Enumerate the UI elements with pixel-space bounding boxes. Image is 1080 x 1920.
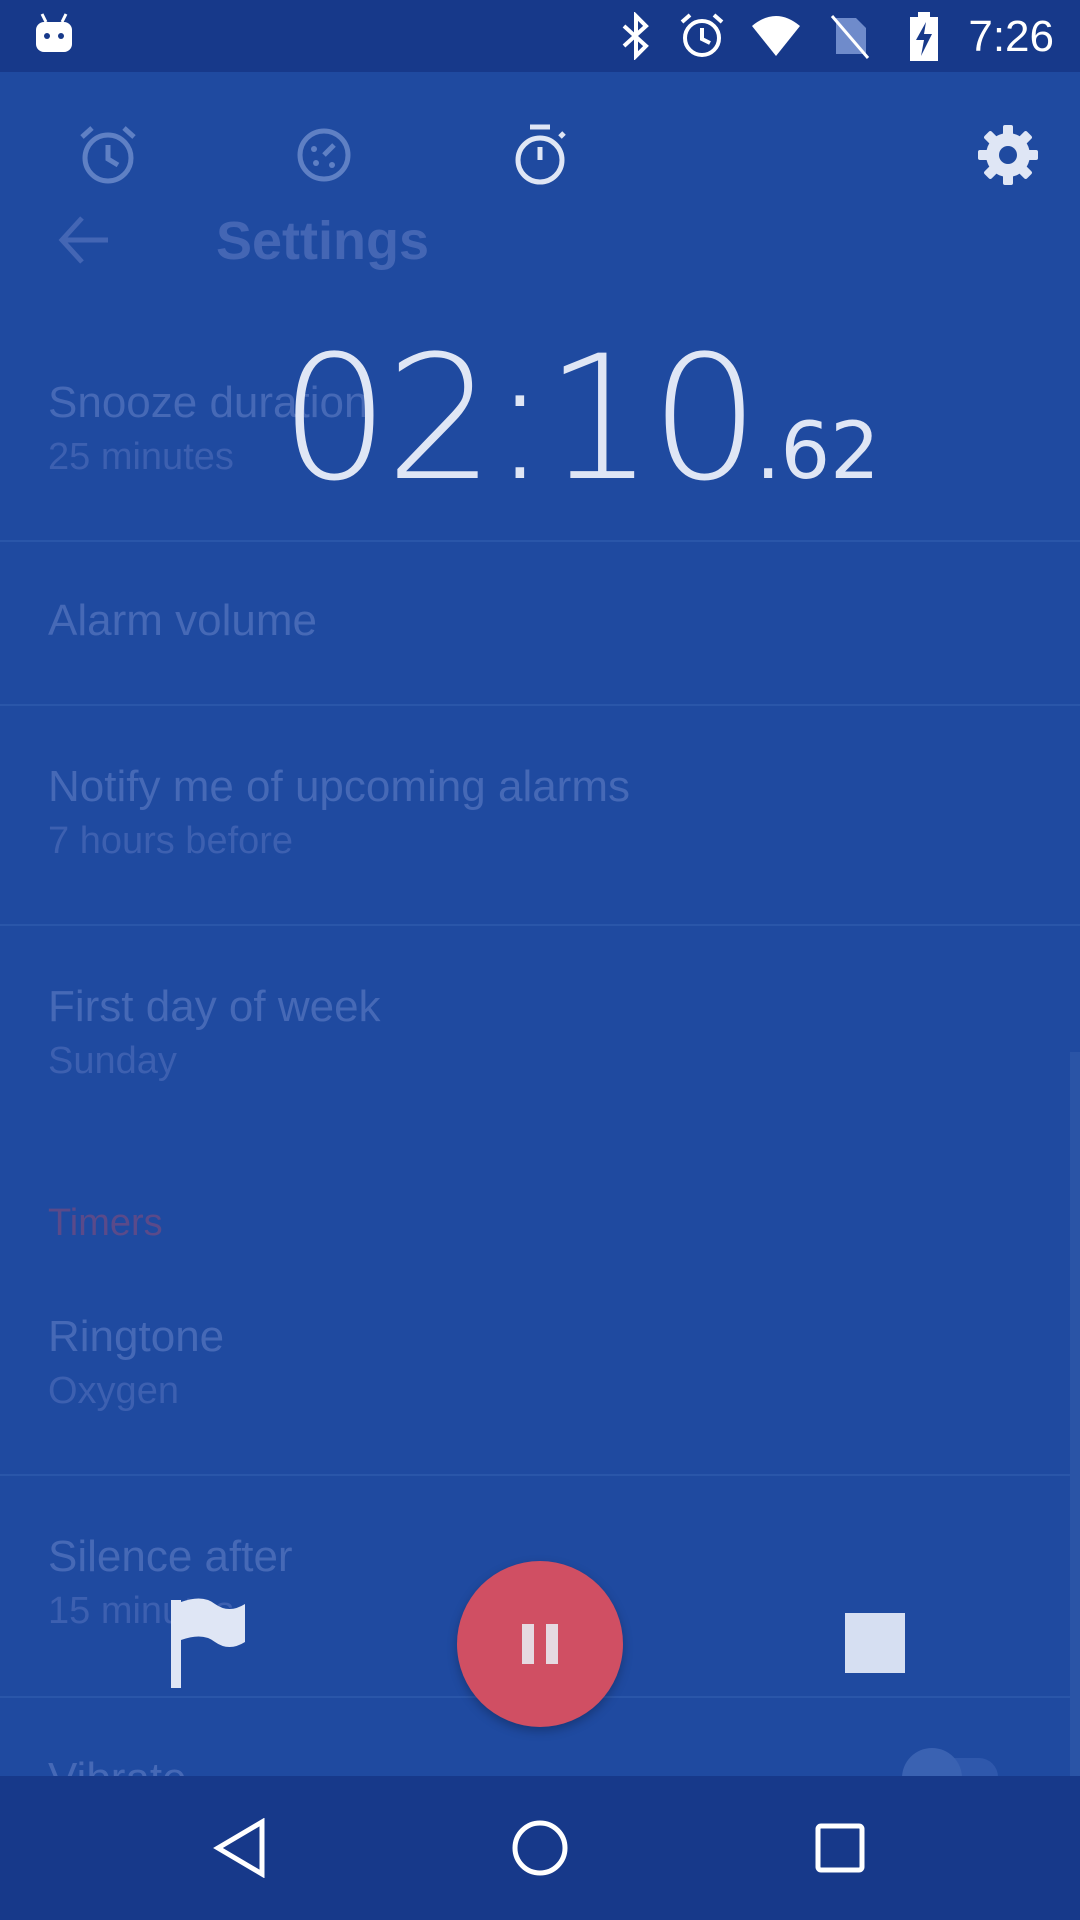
pause-button[interactable] [457, 1561, 623, 1727]
alarm-icon [680, 13, 724, 57]
setting-title: Alarm volume [48, 596, 317, 645]
bluetooth-icon [622, 12, 649, 60]
setting-title: Silence after [48, 1532, 293, 1581]
divider [0, 704, 1080, 706]
divider [0, 540, 1080, 542]
no-sim-icon [830, 15, 870, 59]
home-icon [512, 1820, 568, 1876]
back-arrow-icon[interactable] [56, 212, 112, 273]
setting-subtitle: Sunday [48, 1040, 177, 1082]
pause-icon [522, 1624, 558, 1664]
setting-first-day-of-week[interactable]: First day of week Sunday [48, 982, 381, 1083]
status-time: 7:26 [968, 12, 1054, 61]
stopwatch-display: 02:10.62 [280, 318, 880, 519]
nav-back-button[interactable] [180, 1776, 300, 1920]
lap-button[interactable] [160, 1594, 250, 1690]
setting-ringtone[interactable]: Ringtone Oxygen [48, 1312, 224, 1413]
world-clock-icon [297, 128, 351, 182]
scroll-indicator [1070, 1052, 1080, 1852]
nav-home-button[interactable] [480, 1776, 600, 1920]
android-icon [34, 12, 74, 61]
setting-notify-upcoming[interactable]: Notify me of upcoming alarms 7 hours bef… [48, 762, 630, 863]
stopwatch-hundredths: .62 [755, 407, 880, 497]
stopwatch-time: 02:10 [280, 318, 760, 519]
alarm-clock-icon [80, 126, 136, 184]
tab-bar [0, 115, 1080, 195]
stop-button[interactable] [845, 1613, 905, 1673]
gear-icon [978, 125, 1038, 185]
settings-gear-button[interactable] [968, 115, 1048, 195]
wifi-icon [752, 16, 800, 56]
status-bar: 7:26 [0, 0, 1080, 72]
tab-alarm[interactable] [68, 115, 148, 195]
stopwatch-icon [515, 124, 566, 185]
setting-title: First day of week [48, 982, 381, 1031]
setting-title: Ringtone [48, 1312, 225, 1361]
stop-icon [845, 1613, 905, 1673]
back-icon [213, 1818, 265, 1878]
nav-recents-button[interactable] [780, 1776, 900, 1920]
tab-clock[interactable] [284, 115, 364, 195]
section-header-timers: Timers [48, 1202, 163, 1244]
setting-title: Notify me of upcoming alarms [48, 762, 630, 811]
navigation-bar [0, 1776, 1080, 1920]
battery-charging-icon [910, 12, 938, 61]
recents-icon [815, 1823, 865, 1873]
setting-subtitle: 7 hours before [48, 820, 294, 862]
tab-stopwatch[interactable] [500, 115, 580, 195]
settings-title: Settings [216, 211, 430, 271]
setting-subtitle: Oxygen [48, 1370, 179, 1412]
setting-alarm-volume[interactable]: Alarm volume [48, 596, 317, 646]
divider [0, 924, 1080, 926]
divider [0, 1474, 1080, 1476]
flag-icon [171, 1598, 245, 1688]
